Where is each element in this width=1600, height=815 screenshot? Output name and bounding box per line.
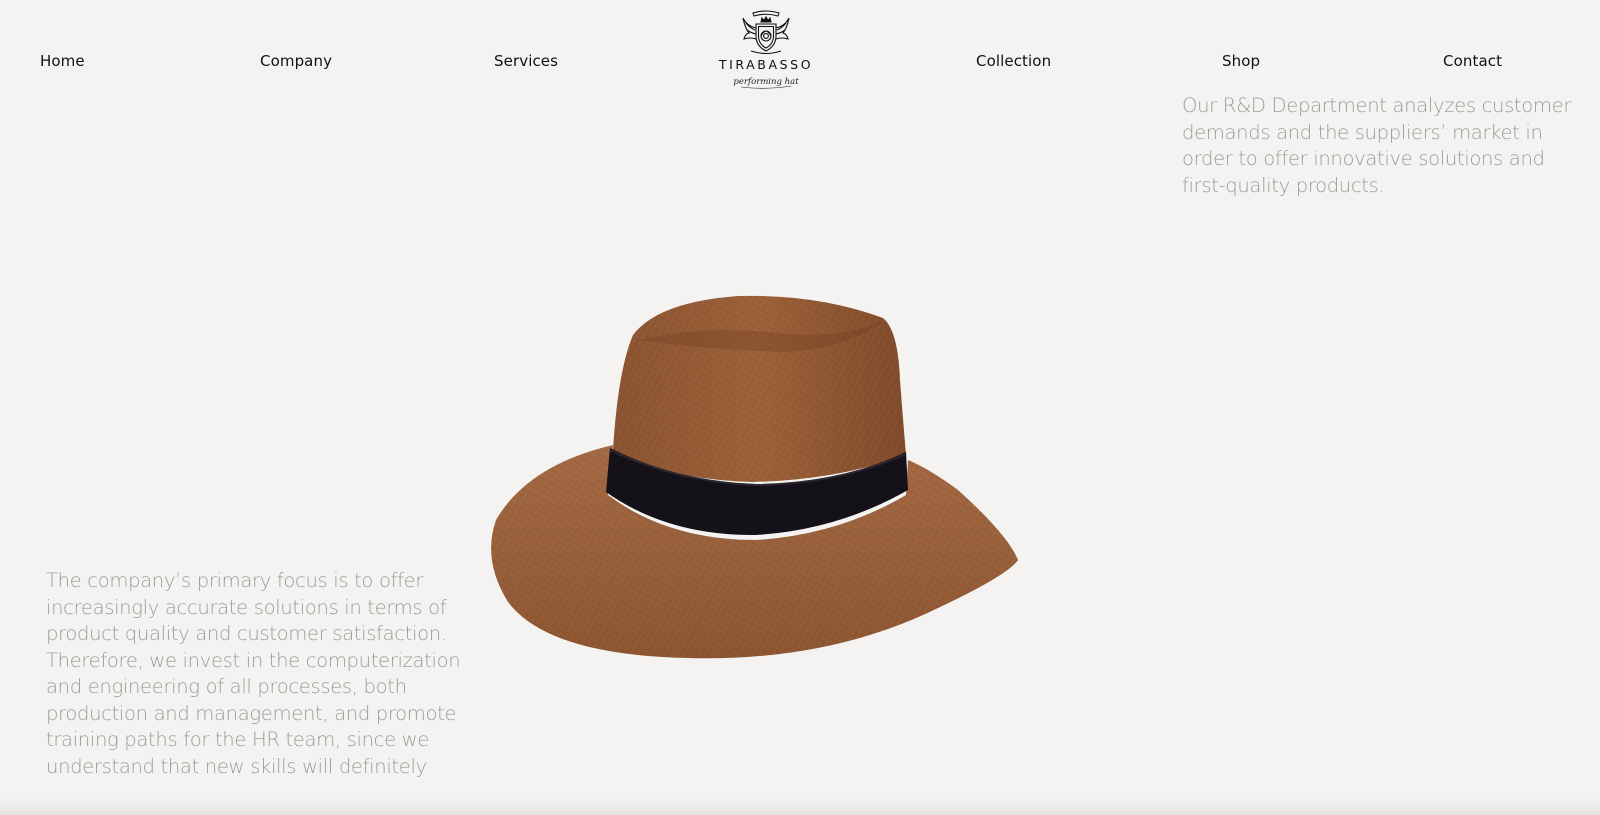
svg-text:performing hat: performing hat [733,77,799,87]
tagline-script: performing hat [733,77,799,89]
brand-tagline: performing hat [708,73,824,96]
company-focus-paragraph: The company’s primary focus is to offer … [46,569,461,778]
rd-department-paragraph: Our R&D Department analyzes customer dem… [1182,94,1572,197]
brand-wordmark: TIRABASSO [718,57,814,72]
nav-services-link[interactable]: Services [494,52,558,70]
fedora-hat-image [491,295,1019,659]
nav-shop-link[interactable]: Shop [1222,52,1260,70]
page: Home Company Services Collection Shop Co… [0,0,1600,815]
brand-logo[interactable]: TIRABASSO performing hat [708,6,824,94]
bottom-edge-shadow [0,797,1600,815]
nav-collection-link[interactable]: Collection [976,52,1051,70]
tirabasso-crest-icon [742,10,790,55]
nav-contact-link[interactable]: Contact [1443,52,1502,70]
nav-company-link[interactable]: Company [260,52,332,70]
nav-home-link[interactable]: Home [40,52,85,70]
